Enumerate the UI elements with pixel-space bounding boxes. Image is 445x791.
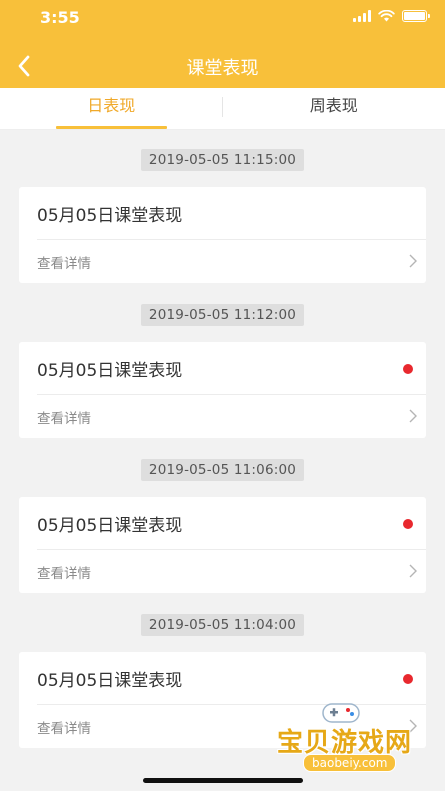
- unread-dot: [403, 364, 413, 374]
- view-details-link[interactable]: 查看详情: [37, 395, 426, 438]
- status-icons: [353, 10, 430, 22]
- list-item: 2019-05-05 11:15:00 05月05日课堂表现 查看详情: [0, 130, 445, 285]
- tab-weekly-label: 周表现: [309, 96, 358, 115]
- view-details-label: 查看详情: [37, 721, 91, 737]
- chevron-right-icon: [409, 564, 417, 578]
- timestamp-row: 2019-05-05 11:06:00: [0, 440, 445, 497]
- performance-card[interactable]: 05月05日课堂表现 查看详情: [19, 187, 426, 283]
- performance-list: 2019-05-05 11:15:00 05月05日课堂表现 查看详情 2019…: [0, 130, 445, 750]
- status-bar: 3:55: [0, 0, 445, 40]
- tab-bar: 日表现 周表现: [0, 88, 445, 130]
- timestamp-badge: 2019-05-05 11:06:00: [140, 458, 305, 481]
- watermark: 宝贝游戏网 baobeiy.com: [273, 700, 413, 776]
- performance-card[interactable]: 05月05日课堂表现 查看详情: [19, 497, 426, 593]
- watermark-url: baobeiy.com: [303, 754, 397, 772]
- signal-icon: [353, 10, 371, 22]
- view-details-label: 查看详情: [37, 411, 91, 427]
- status-time: 3:55: [40, 8, 80, 27]
- timestamp-row: 2019-05-05 11:15:00: [0, 130, 445, 187]
- wifi-icon: [378, 10, 395, 22]
- active-tab-indicator: [56, 126, 167, 129]
- view-details-label: 查看详情: [37, 256, 91, 272]
- card-title: 05月05日课堂表现: [37, 206, 183, 226]
- timestamp-badge: 2019-05-05 11:12:00: [140, 303, 305, 326]
- view-details-label: 查看详情: [37, 566, 91, 582]
- tab-weekly[interactable]: 周表现: [223, 88, 445, 129]
- timestamp-row: 2019-05-05 11:04:00: [0, 595, 445, 652]
- view-details-link[interactable]: 查看详情: [37, 550, 426, 593]
- timestamp-badge: 2019-05-05 11:15:00: [140, 148, 305, 171]
- list-item: 2019-05-05 11:12:00 05月05日课堂表现 查看详情: [0, 285, 445, 440]
- nav-bar: 课堂表现: [0, 44, 445, 88]
- timestamp-badge: 2019-05-05 11:04:00: [140, 613, 305, 636]
- unread-dot: [403, 674, 413, 684]
- card-title: 05月05日课堂表现: [37, 516, 183, 536]
- unread-dot: [403, 519, 413, 529]
- chevron-right-icon: [409, 409, 417, 423]
- list-item: 2019-05-05 11:06:00 05月05日课堂表现 查看详情: [0, 440, 445, 595]
- performance-card[interactable]: 05月05日课堂表现 查看详情: [19, 342, 426, 438]
- home-indicator: [143, 778, 303, 783]
- gamepad-icon: [322, 703, 360, 723]
- tab-daily-label: 日表现: [87, 96, 136, 115]
- timestamp-row: 2019-05-05 11:12:00: [0, 285, 445, 342]
- header: 3:55 课堂表现: [0, 0, 445, 88]
- page-title: 课堂表现: [186, 58, 259, 79]
- card-title: 05月05日课堂表现: [37, 671, 183, 691]
- tab-daily[interactable]: 日表现: [0, 88, 223, 129]
- card-title: 05月05日课堂表现: [37, 361, 183, 381]
- chevron-right-icon: [409, 254, 417, 268]
- battery-icon: [402, 10, 430, 22]
- view-details-link[interactable]: 查看详情: [37, 240, 426, 283]
- screen: 3:55 课堂表现 日表现 周表现 2019-05-05 11:15:00 05…: [0, 0, 445, 791]
